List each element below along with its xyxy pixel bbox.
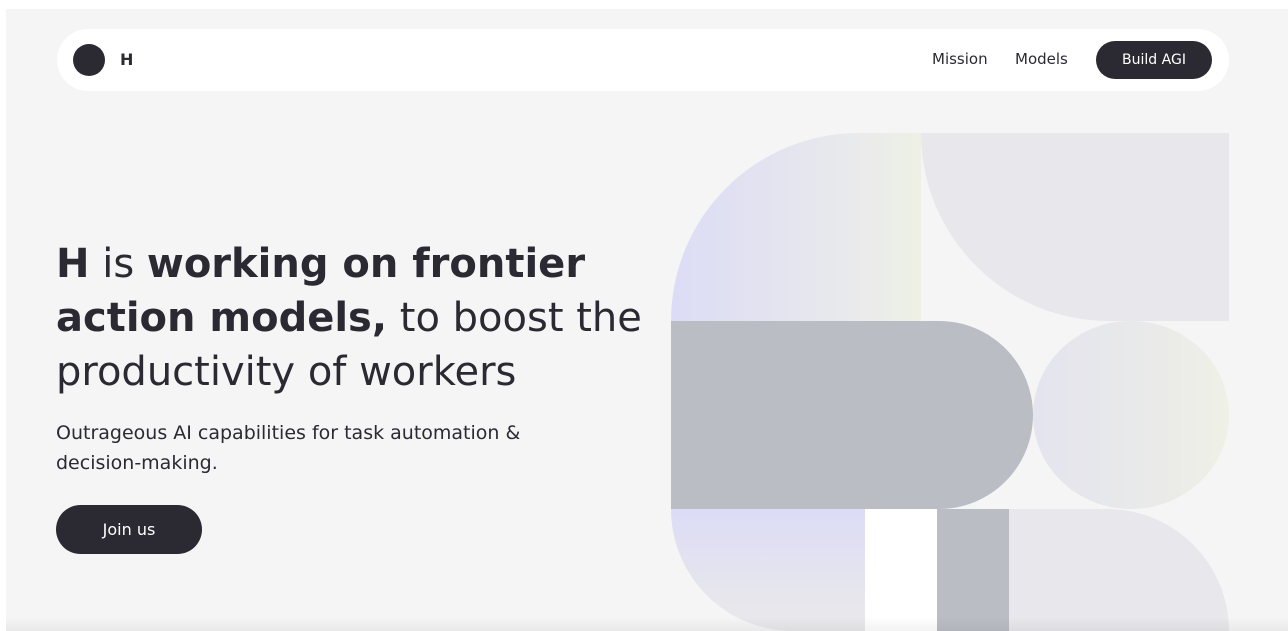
hero-title: H is working on frontier action models, …	[56, 237, 656, 399]
illustration-white-bar	[865, 509, 937, 631]
logo-circle-icon[interactable]	[73, 44, 105, 76]
nav-link-mission[interactable]: Mission	[932, 49, 988, 69]
illustration-block-top-right	[921, 133, 1229, 321]
illustration-pill-middle	[671, 321, 1033, 509]
hero-title-brand: H	[56, 241, 90, 287]
nav-link-models[interactable]: Models	[1015, 49, 1068, 69]
join-us-button[interactable]: Join us	[56, 505, 202, 554]
build-agi-button[interactable]: Build AGI	[1096, 41, 1212, 79]
illustration-quarter-circle-top-left	[671, 133, 921, 321]
illustration-quarter-circle-bottom-right	[1009, 509, 1229, 631]
illustration-quarter-circle-bottom-left	[671, 509, 865, 631]
hero-subtitle: Outrageous AI capabilities for task auto…	[56, 422, 521, 474]
logo-text[interactable]: H	[120, 50, 133, 70]
illustration-gray-bar	[937, 509, 1009, 631]
hero-title-connector: is	[89, 241, 147, 287]
hero-illustration	[671, 133, 1229, 631]
page: H Mission Models Build AGI H is working …	[6, 9, 1288, 631]
top-navbar: H Mission Models Build AGI	[57, 29, 1229, 91]
bottom-fade	[6, 617, 1288, 631]
illustration-circle-right	[1033, 321, 1229, 509]
